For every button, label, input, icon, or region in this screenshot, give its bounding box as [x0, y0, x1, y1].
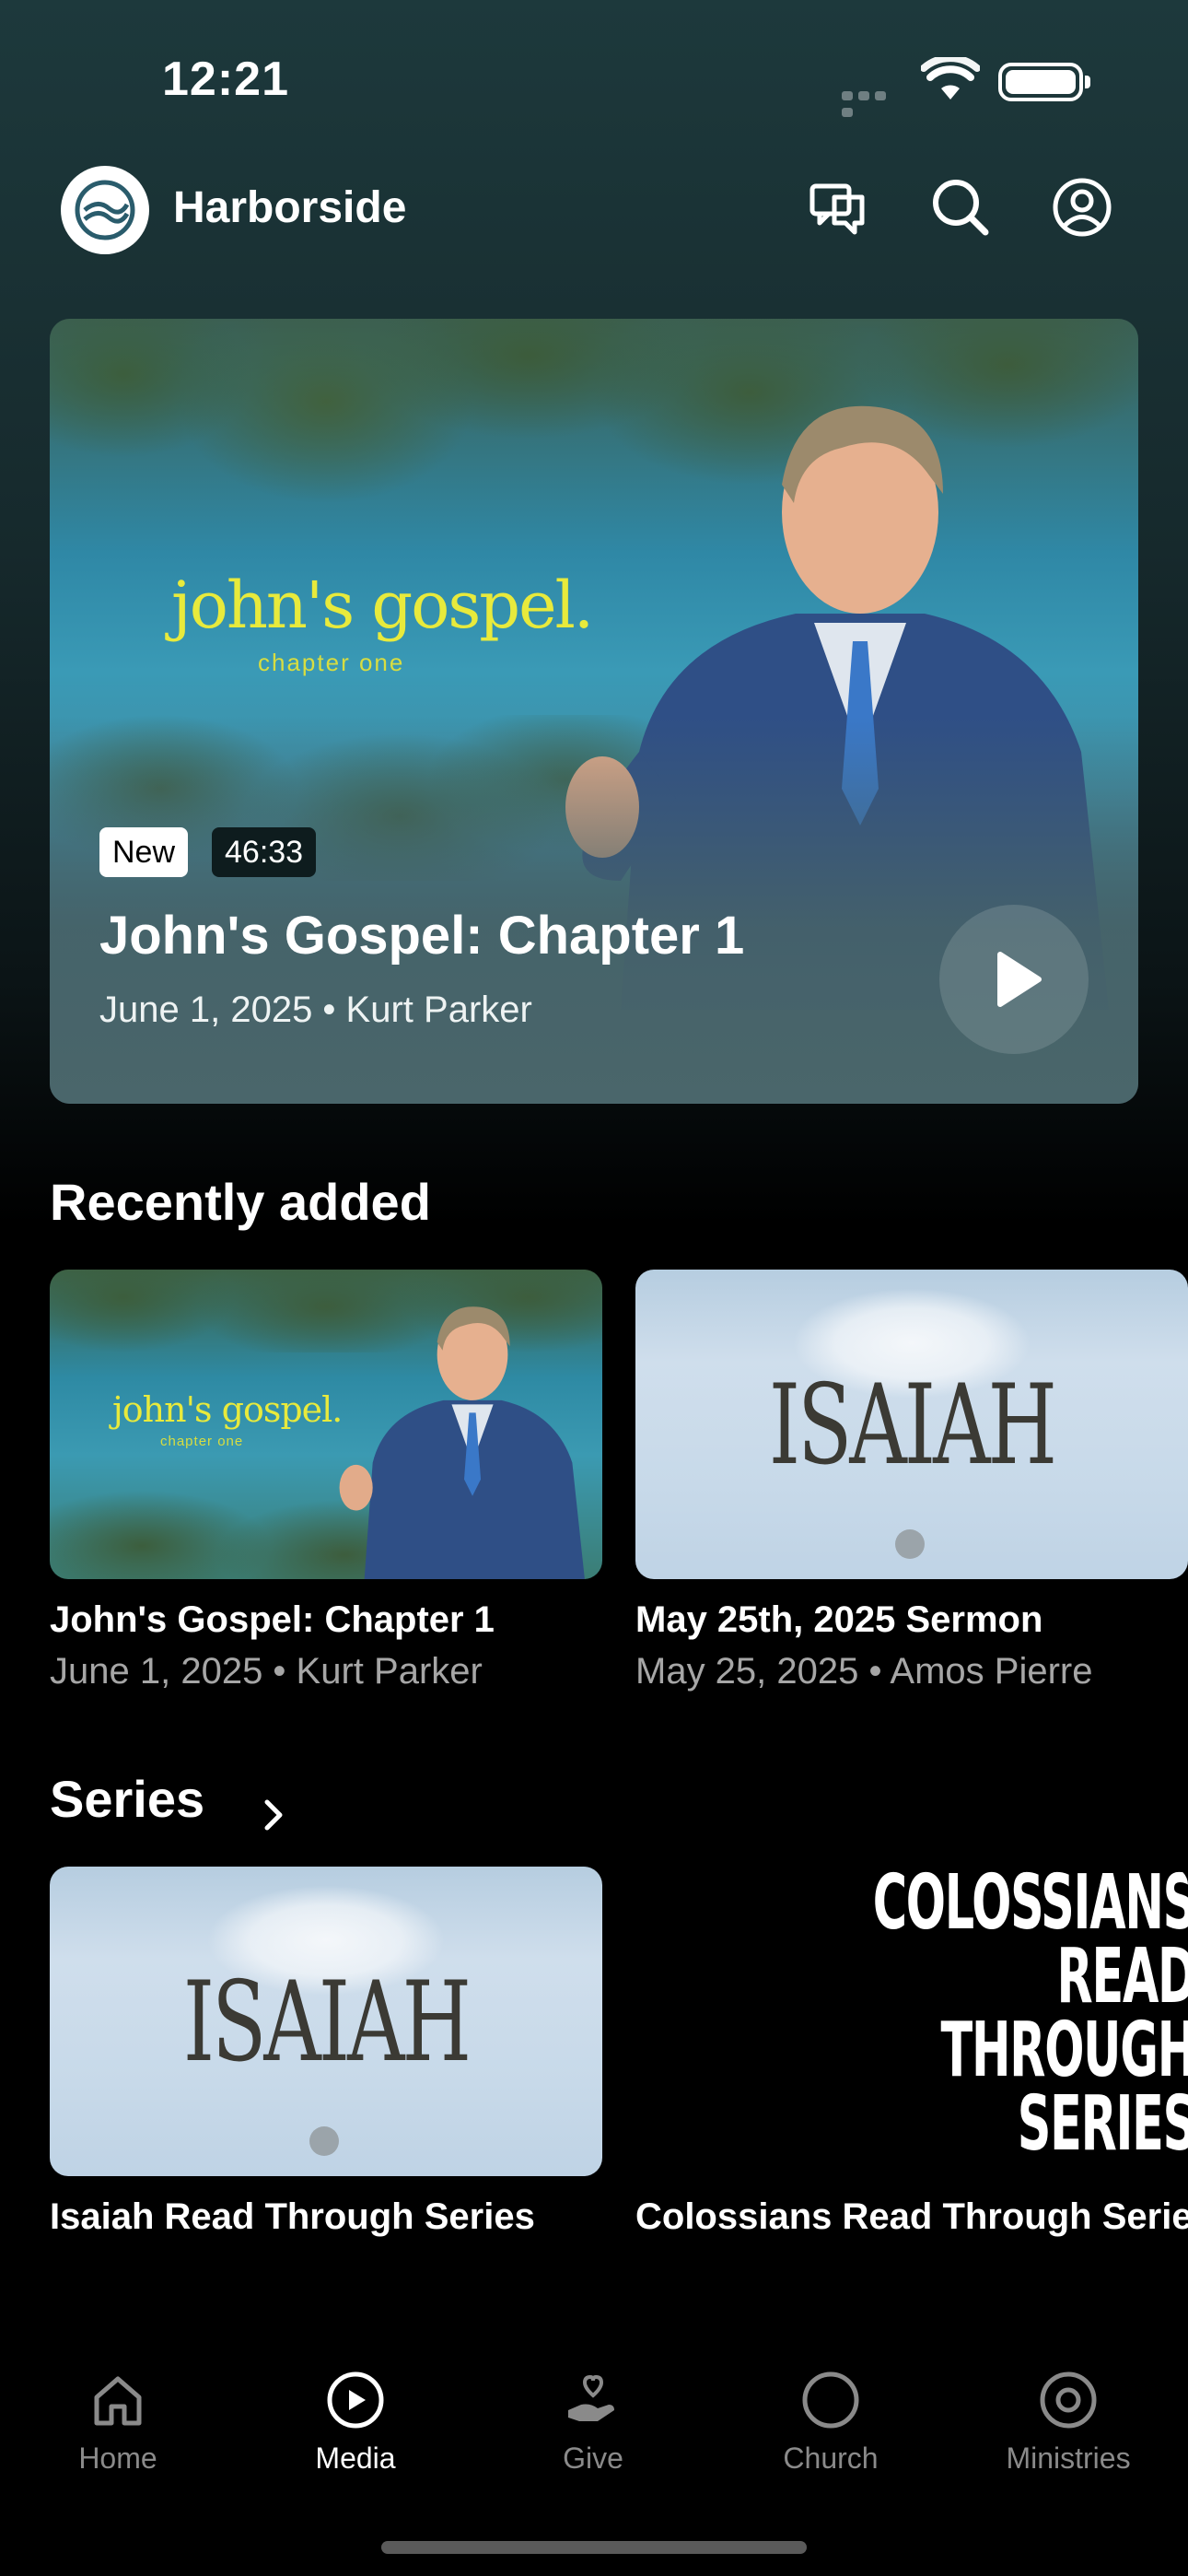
- home-indicator[interactable]: [381, 2541, 807, 2554]
- cellular-signal-icon: [842, 88, 906, 117]
- series-title: Colossians Read Through Series: [635, 2196, 1188, 2237]
- hero-art-subtitle: chapter one: [258, 649, 405, 676]
- recent-item-meta: June 1, 2025 • Kurt Parker: [50, 1651, 483, 1692]
- series-title: Isaiah Read Through Series: [50, 2196, 535, 2237]
- thumb-art-subtitle: chapter one: [160, 1434, 244, 1449]
- hero-meta: June 1, 2025 • Kurt Parker: [99, 989, 532, 1030]
- status-time: 12:21: [162, 53, 289, 106]
- tab-label: Home: [78, 2441, 157, 2475]
- target-icon: [1040, 2371, 1097, 2429]
- play-button[interactable]: [939, 905, 1089, 1054]
- thumb-art-title: john's gospel.: [112, 1389, 343, 1430]
- hero-art-title: john's gospel.: [171, 568, 594, 643]
- recent-item-thumbnail: ISAIAH: [635, 1270, 1188, 1579]
- tab-media[interactable]: Media: [263, 2368, 448, 2476]
- tab-label: Church: [783, 2441, 879, 2475]
- profile-icon[interactable]: [1050, 175, 1114, 240]
- chevron-right-icon[interactable]: [260, 1793, 287, 1837]
- app-header: Harborside: [0, 157, 1188, 267]
- duration-badge: 46:33: [212, 827, 317, 877]
- recently-added-heading: Recently added: [50, 1173, 431, 1231]
- recent-item-thumbnail: john's gospel. chapter one: [50, 1270, 602, 1579]
- series-thumbnail: COLOSSIANS READ THROUGH SERIES: [635, 1867, 1188, 2176]
- wifi-icon: [921, 57, 980, 100]
- thumb-art-title: ISAIAH: [768, 1362, 1057, 1490]
- tab-home[interactable]: Home: [26, 2368, 210, 2476]
- recent-item-card[interactable]: ISAIAH May 25th, 2025 Sermon May 25, 202…: [635, 1270, 1188, 1692]
- series-card[interactable]: COLOSSIANS READ THROUGH SERIES Colossian…: [635, 1867, 1188, 2254]
- app-title: Harborside: [173, 183, 407, 232]
- tab-label: Media: [315, 2441, 396, 2475]
- speaker-image: [339, 1306, 585, 1579]
- recent-item-card[interactable]: john's gospel. chapter one John's Gospel…: [50, 1270, 602, 1692]
- tab-ministries[interactable]: Ministries: [976, 2368, 1160, 2476]
- series-heading[interactable]: Series: [50, 1769, 204, 1829]
- tab-give[interactable]: Give: [501, 2368, 685, 2476]
- bottom-tab-bar: Home Media Give Church Ministries: [0, 2322, 1188, 2576]
- tab-label: Ministries: [1006, 2441, 1131, 2475]
- chat-icon[interactable]: [807, 175, 871, 240]
- series-card[interactable]: ISAIAH Isaiah Read Through Series: [50, 1867, 602, 2237]
- featured-hero-card[interactable]: john's gospel. chapter one New 46:33 Joh…: [50, 319, 1138, 1104]
- circle-icon: [802, 2371, 859, 2429]
- thumb-art-title: COLOSSIANS READ THROUGH SERIES: [872, 1867, 1188, 2168]
- recent-item-meta: May 25, 2025 • Amos Pierre: [635, 1651, 1093, 1692]
- tab-church[interactable]: Church: [739, 2368, 923, 2476]
- play-icon: [997, 952, 1042, 1007]
- recent-item-title: May 25th, 2025 Sermon: [635, 1599, 1043, 1640]
- logo-waves-icon: [75, 180, 135, 240]
- church-logo[interactable]: [61, 166, 149, 254]
- tab-label: Give: [563, 2441, 623, 2475]
- home-icon: [94, 2376, 142, 2426]
- series-thumbnail: ISAIAH: [50, 1867, 602, 2176]
- give-hand-heart-icon: [568, 2374, 614, 2421]
- hero-title: John's Gospel: Chapter 1: [99, 906, 745, 966]
- recent-item-title: John's Gospel: Chapter 1: [50, 1599, 495, 1640]
- status-bar: 12:21: [0, 0, 1188, 157]
- thumb-art-title: ISAIAH: [182, 1959, 472, 2087]
- play-circle-icon: [327, 2371, 384, 2429]
- search-icon[interactable]: [928, 175, 993, 240]
- battery-icon: [998, 63, 1090, 101]
- new-badge: New: [99, 827, 189, 877]
